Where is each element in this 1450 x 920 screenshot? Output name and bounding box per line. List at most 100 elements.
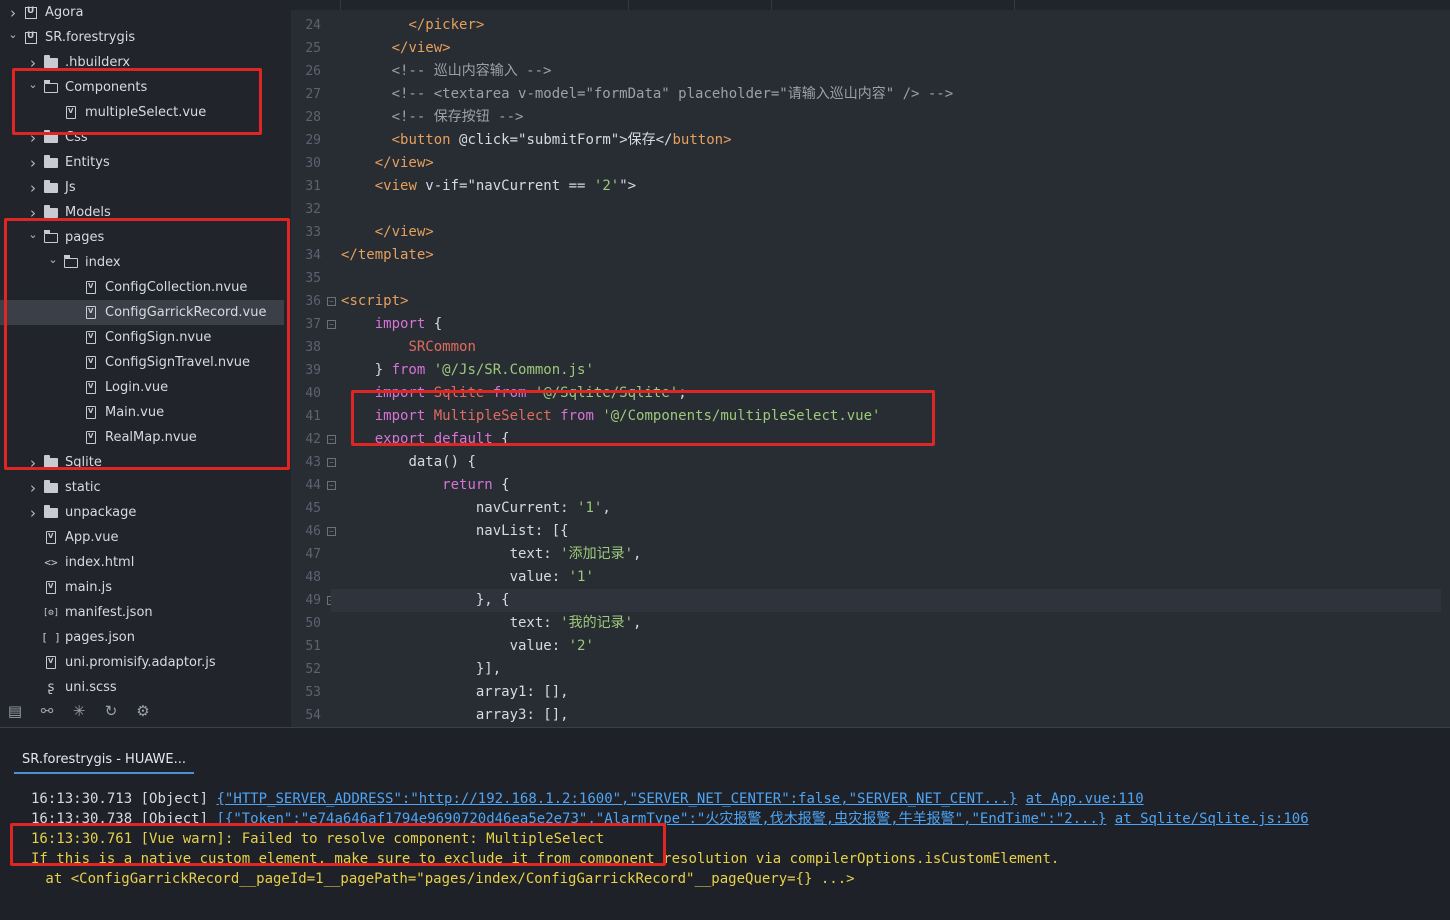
code-line[interactable]: navList: [{	[341, 520, 569, 543]
log-source-link[interactable]: at Sqlite/Sqlite.js:106	[1115, 811, 1309, 827]
code-line[interactable]: </view>	[341, 37, 451, 60]
editor-tab[interactable]	[772, 0, 1015, 10]
project-manager-icon[interactable]: ▤	[6, 702, 24, 720]
tree-folder[interactable]: › .hbuilderx	[0, 50, 284, 75]
fold-toggle-icon[interactable]: −	[327, 481, 336, 490]
folder-icon	[43, 204, 59, 220]
tree-folder[interactable]: › Css	[0, 125, 284, 150]
log-payload-link[interactable]: {"HTTP_SERVER_ADDRESS":"http://192.168.1…	[216, 791, 1017, 807]
code-line[interactable]: } from '@/Js/SR.Common.js'	[341, 359, 594, 382]
code-line[interactable]: </view>	[341, 152, 434, 175]
editor-tab[interactable]	[341, 0, 629, 10]
tree-item-label: SR.forestrygis	[45, 30, 136, 45]
code-line[interactable]: <script>	[341, 290, 408, 313]
code-line[interactable]: </template>	[341, 244, 434, 267]
code-line[interactable]: import {	[341, 313, 442, 336]
tree-file[interactable]: Login.vue	[0, 375, 284, 400]
code-editor[interactable]: 24 25 26 27 28 29 30 31 32 33 34 35 36−37−38 39 40 41 42…	[291, 14, 1450, 727]
editor-tab[interactable]	[629, 0, 772, 10]
log-payload-link[interactable]: [{"Token":"e74a646af1794e9690720d46ea5e2…	[216, 811, 1106, 827]
code-line[interactable]: array3: [],	[341, 704, 569, 727]
json-file-icon: [ ]	[41, 631, 61, 644]
chevron-down-icon[interactable]: ⌄	[47, 253, 59, 266]
chevron-right-icon[interactable]: ›	[7, 4, 19, 22]
code-line[interactable]: import MultipleSelect from '@/Components…	[341, 405, 881, 428]
chevron-right-icon[interactable]: ›	[27, 154, 39, 172]
fold-toggle-icon[interactable]: −	[327, 527, 336, 536]
tree-file[interactable]: [⚙] manifest.json	[0, 600, 284, 625]
code-line[interactable]: text: '添加记录',	[341, 543, 642, 566]
tree-file[interactable]: Main.vue	[0, 400, 284, 425]
tree-folder[interactable]: ⌄ pages	[0, 225, 284, 250]
fold-toggle-icon[interactable]: −	[327, 458, 336, 467]
editor-tab[interactable]	[291, 0, 341, 10]
code-line[interactable]: <view v-if="navCurrent == '2'">	[341, 175, 636, 198]
code-token: ">	[619, 178, 637, 194]
tree-folder[interactable]: › static	[0, 475, 284, 500]
tree-file[interactable]: ConfigGarrickRecord.vue	[0, 300, 284, 325]
code-line[interactable]: value: '2'	[341, 635, 594, 658]
tree-file[interactable]: RealMap.nvue	[0, 425, 284, 450]
tree-folder[interactable]: › unpackage	[0, 500, 284, 525]
tree-file[interactable]: ConfigSign.nvue	[0, 325, 284, 350]
chevron-right-icon[interactable]: ›	[27, 504, 39, 522]
console-tab[interactable]: SR.forestrygis - HUAWE...	[14, 746, 194, 774]
code-line[interactable]: }],	[341, 658, 501, 681]
code-token: <	[374, 178, 384, 194]
code-line[interactable]: <!-- 保存按钮 -->	[341, 106, 524, 129]
code-line[interactable]: </picker>	[341, 14, 484, 37]
tree-folder[interactable]: ⌄ index	[0, 250, 284, 275]
chevron-down-icon[interactable]: ⌄	[27, 228, 39, 241]
chevron-right-icon[interactable]: ›	[27, 479, 39, 497]
sync-icon[interactable]: ↻	[102, 702, 120, 720]
code-line[interactable]: array1: [],	[341, 681, 569, 704]
code-line[interactable]: import Sqlite from '@/Sqlite/Sqlite';	[341, 382, 687, 405]
binoculars-icon[interactable]: ⚯	[38, 702, 56, 720]
tree-folder[interactable]: › Js	[0, 175, 284, 200]
code-line[interactable]: SRCommon	[341, 336, 475, 359]
code-line[interactable]: data() {	[341, 451, 475, 474]
chevron-right-icon[interactable]: ›	[27, 179, 39, 197]
tree-file[interactable]: ConfigSignTravel.nvue	[0, 350, 284, 375]
code-line[interactable]: </view>	[341, 221, 434, 244]
code-token: </	[374, 155, 392, 171]
log-source-link[interactable]: at App.vue:110	[1026, 791, 1144, 807]
chevron-right-icon[interactable]: ›	[27, 204, 39, 222]
tree-file[interactable]: <> index.html	[0, 550, 284, 575]
chevron-right-icon[interactable]: ›	[27, 54, 39, 72]
plugin-icon[interactable]: ⚙	[134, 702, 152, 720]
tree-folder[interactable]: ⌄ Components	[0, 75, 284, 100]
chevron-right-icon[interactable]: ›	[27, 129, 39, 147]
fold-toggle-icon[interactable]: −	[327, 435, 336, 444]
code-line[interactable]: <button @click="submitForm">保存</button>	[341, 129, 732, 152]
code-line[interactable]: }, {	[341, 589, 510, 612]
chevron-down-icon[interactable]: ⌄	[27, 78, 39, 91]
tree-file[interactable]: ConfigCollection.nvue	[0, 275, 284, 300]
tree-folder[interactable]: › Models	[0, 200, 284, 225]
code-token: picker	[425, 17, 476, 33]
chevron-down-icon[interactable]: ⌄	[7, 28, 19, 41]
tree-file[interactable]: multipleSelect.vue	[0, 100, 284, 125]
fold-toggle-icon[interactable]: −	[327, 297, 336, 306]
log-type: [Object]	[140, 791, 209, 807]
chevron-right-icon[interactable]: ›	[27, 454, 39, 472]
tree-file[interactable]: ʂ uni.scss	[0, 675, 284, 695]
tree-file[interactable]: App.vue	[0, 525, 284, 550]
code-line[interactable]: navCurrent: '1',	[341, 497, 611, 520]
bug-icon[interactable]: ✳	[70, 702, 88, 720]
tree-file[interactable]: [ ] pages.json	[0, 625, 284, 650]
code-line[interactable]: export default {	[341, 428, 510, 451]
tree-folder[interactable]: › Agora	[0, 0, 284, 25]
code-line[interactable]: <!-- 巡山内容输入 -->	[341, 60, 552, 83]
tree-file[interactable]: main.js	[0, 575, 284, 600]
code-line[interactable]: value: '1'	[341, 566, 594, 589]
tree-folder[interactable]: › Entitys	[0, 150, 284, 175]
code-line[interactable]: text: '我的记录',	[341, 612, 642, 635]
code-line[interactable]: return {	[341, 474, 509, 497]
tree-folder[interactable]: › Sqlite	[0, 450, 284, 475]
fold-toggle-icon[interactable]: −	[327, 320, 336, 329]
tree-file[interactable]: uni.promisify.adaptor.js	[0, 650, 284, 675]
code-line[interactable]: <!-- <textarea v-model="formData" placeh…	[341, 83, 954, 106]
tree-folder[interactable]: ⌄ SR.forestrygis	[0, 25, 284, 50]
